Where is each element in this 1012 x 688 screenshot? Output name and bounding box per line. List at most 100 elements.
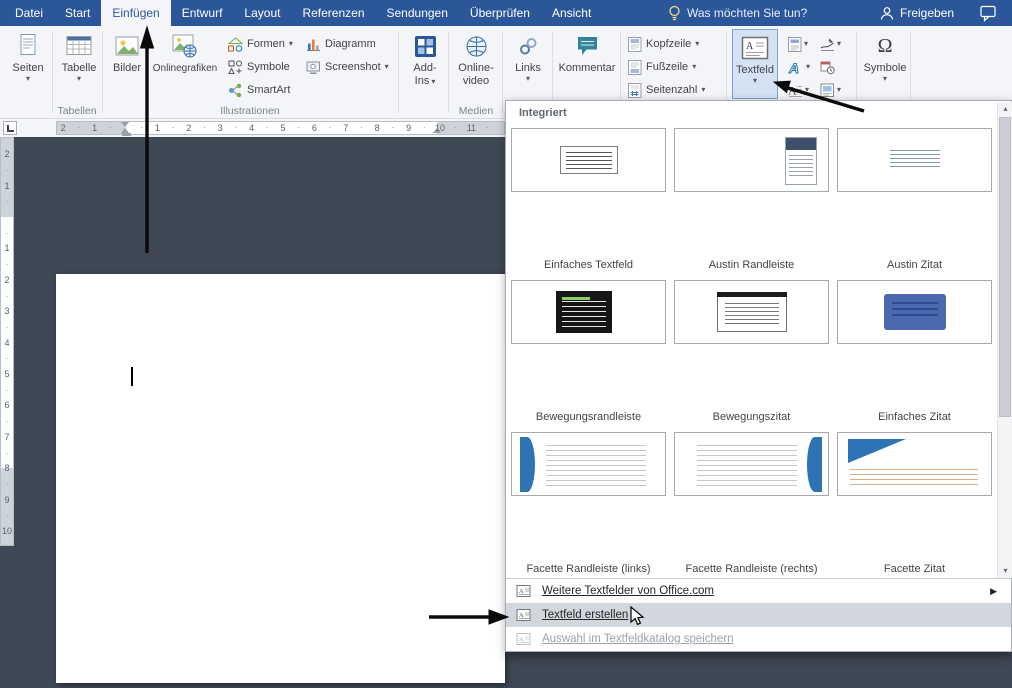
header-label: Kopfzeile [646, 38, 691, 50]
drop-cap-button[interactable]: A ▾ [788, 80, 809, 100]
footer-icon [628, 60, 642, 75]
textbox-style-label: Austin Zitat [833, 259, 996, 271]
scroll-down-icon[interactable]: ▾ [998, 564, 1012, 578]
ruler-tick: · [172, 122, 175, 132]
dropdown-arrow-icon: ▾ [289, 40, 293, 48]
textbox-style-facet-quote[interactable]: Facette Zitat [836, 432, 993, 582]
screenshot-icon [306, 60, 321, 75]
date-time-button[interactable] [820, 57, 835, 77]
textbox-style-facet-left[interactable]: Facette Randleiste (links) [510, 432, 667, 582]
online-pictures-label: Onlinegrafiken [153, 62, 217, 75]
group-separator [448, 31, 449, 113]
tab-ansicht[interactable]: Ansicht [541, 0, 602, 26]
tab-einfügen[interactable]: Einfügen [101, 0, 170, 26]
document-page[interactable] [56, 274, 505, 683]
tab-sendungen[interactable]: Sendungen [376, 0, 459, 26]
links-button[interactable]: Links ▾ [508, 30, 548, 98]
textbox-style-simple-quote[interactable]: Einfaches Zitat [836, 280, 993, 430]
menu-item-1[interactable]: AWeitere Textfelder von Office.com▶ [506, 579, 1011, 603]
ruler-number: 10 [435, 123, 445, 133]
pictures-button[interactable]: Bilder [106, 30, 148, 98]
tab-layout[interactable]: Layout [233, 0, 291, 26]
svg-text:A: A [519, 612, 524, 619]
online-pictures-button[interactable]: Onlinegrafiken [150, 30, 220, 98]
ruler-tick: · [1, 385, 13, 395]
pictures-icon [115, 30, 139, 62]
table-icon [66, 30, 92, 62]
ruler-tick: · [1, 196, 13, 206]
object-button[interactable]: ▾ [820, 80, 841, 100]
gallery-scrollbar[interactable]: ▴ ▾ [997, 102, 1012, 578]
ruler-tick: · [423, 122, 426, 132]
shapes-button[interactable]: Formen ▾ [228, 34, 293, 54]
addins-button[interactable]: Add- Ins▾ [404, 30, 446, 98]
ruler-tick: · [486, 122, 489, 132]
submenu-arrow-icon: ▶ [990, 586, 997, 597]
symbols-button[interactable]: Ω Symbole ▾ [862, 30, 908, 98]
online-video-icon [465, 30, 488, 62]
left-indent-marker[interactable] [122, 133, 131, 136]
ruler-number: 2 [1, 149, 13, 159]
textbox-icon: A [741, 32, 769, 64]
tab-start[interactable]: Start [54, 0, 101, 26]
textbox-button[interactable]: A Textfeld ▾ [732, 29, 778, 99]
textbox-style-austin-quote[interactable]: Austin Zitat [836, 128, 993, 278]
screenshot-button[interactable]: Screenshot ▾ [306, 57, 389, 77]
textbox-style-austin-sidebar[interactable]: Austin Randleiste [673, 128, 830, 278]
dropdown-arrow-icon: ▾ [805, 86, 809, 94]
scrollbar-thumb[interactable] [999, 117, 1011, 417]
vertical-ruler[interactable]: 2112345678910············ [0, 137, 14, 546]
tab-datei[interactable]: Datei [4, 0, 54, 26]
shapes-label: Formen [247, 38, 285, 50]
chart-button[interactable]: Diagramm [306, 34, 376, 54]
dropdown-arrow-icon: ▾ [431, 78, 435, 86]
ruler-tick: · [140, 122, 143, 132]
addins-label-1: Add- [413, 62, 436, 75]
textbox-style-facet-right[interactable]: Facette Randleiste (rechts) [673, 432, 830, 582]
ruler-number: 6 [312, 123, 317, 133]
scroll-up-icon[interactable]: ▴ [998, 102, 1012, 116]
textbox-style-motion-quote[interactable]: Bewegungszitat [673, 280, 830, 430]
quick-parts-button[interactable]: ▾ [788, 34, 808, 54]
wordart-button[interactable]: A ▾ [788, 57, 810, 77]
comment-button[interactable]: Kommentar [558, 30, 616, 98]
ribbon-tabs: DateiStartEinfügenEntwurfLayoutReferenze… [4, 0, 1012, 26]
textbox-thumbnail [674, 128, 829, 192]
signature-line-button[interactable]: ▾ [820, 34, 841, 54]
share-button[interactable]: Freigeben [880, 0, 954, 26]
group-separator [502, 31, 503, 113]
footer-button[interactable]: Fußzeile ▾ [628, 57, 696, 77]
menu-item-label: Auswahl im Textfeldkatalog speichern [542, 633, 734, 645]
horizontal-ruler[interactable]: 211234567891011·············· [56, 121, 505, 135]
textbox-style-motion-sidebar[interactable]: Bewegungsrandleiste [510, 280, 667, 430]
ruler-number: 7 [343, 123, 348, 133]
ruler-tick: · [391, 122, 394, 132]
online-video-button[interactable]: Online- video [452, 30, 500, 98]
smartart-button[interactable]: SmartArt [228, 80, 290, 100]
textbox-thumbnail [837, 128, 992, 192]
online-video-label-2: video [463, 75, 489, 88]
tab-entwurf[interactable]: Entwurf [171, 0, 234, 26]
pages-button[interactable]: Seiten ▾ [8, 30, 48, 98]
ruler-number: 2 [186, 123, 191, 133]
table-button[interactable]: Tabelle ▾ [58, 30, 100, 98]
textbox-thumbnail [511, 128, 666, 192]
page-number-button[interactable]: Seitenzahl ▾ [628, 80, 705, 100]
ruler-tick: · [1, 165, 13, 175]
tab-referenzen[interactable]: Referenzen [291, 0, 375, 26]
icons-button[interactable]: Symbole [228, 57, 290, 77]
chart-label: Diagramm [325, 38, 376, 50]
ruler-number: 10 [1, 526, 13, 536]
first-line-indent-marker[interactable] [121, 122, 129, 127]
tell-me-box[interactable]: Was möchten Sie tun? [668, 0, 807, 26]
footer-label: Fußzeile [646, 61, 688, 73]
tab-überprüfen[interactable]: Überprüfen [459, 0, 541, 26]
ruler-number: 7 [1, 432, 13, 442]
feedback-button[interactable] [980, 0, 997, 26]
tab-stop-selector[interactable] [3, 121, 17, 135]
dropdown-arrow-icon: ▾ [837, 86, 841, 94]
textbox-style-simple[interactable]: Einfaches Textfeld [510, 128, 667, 278]
menu-item-2[interactable]: ATextfeld erstellen [506, 603, 1011, 627]
ruler-number: 4 [1, 338, 13, 348]
header-button[interactable]: Kopfzeile ▾ [628, 34, 699, 54]
